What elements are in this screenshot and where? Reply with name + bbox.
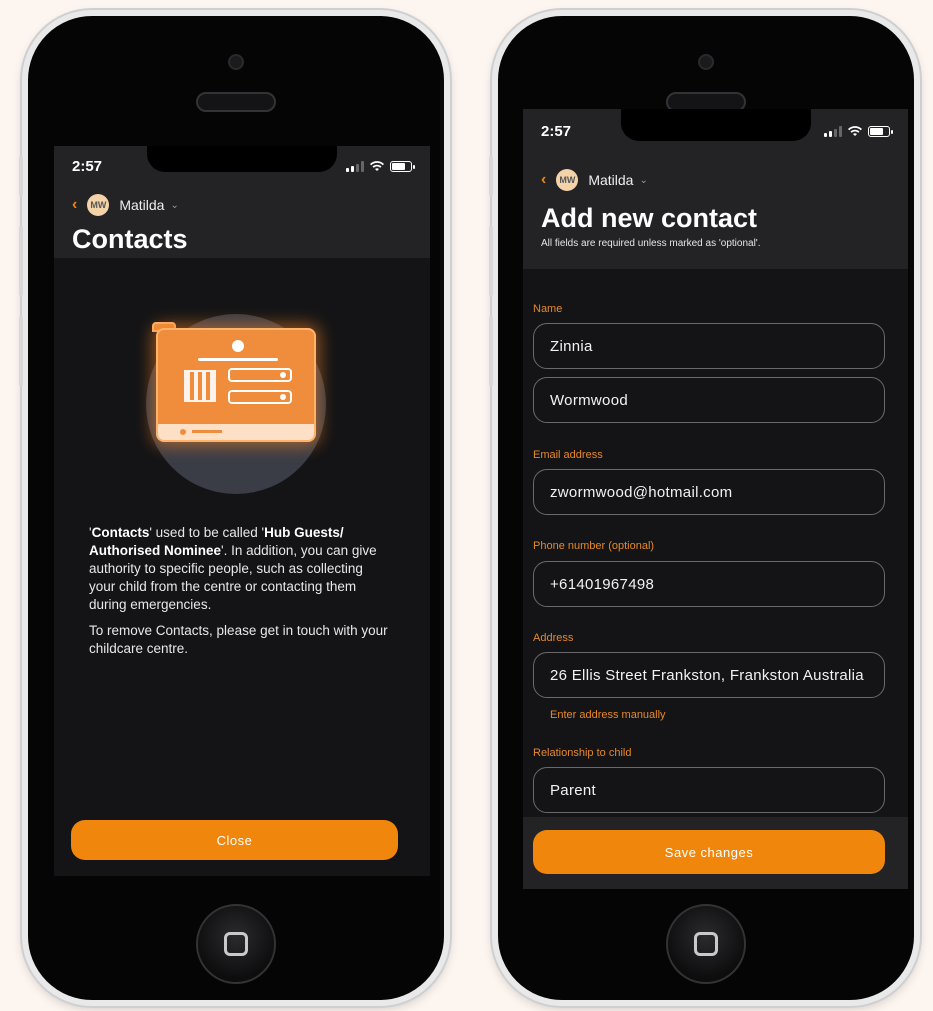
status-time: 2:57 xyxy=(541,122,572,140)
status-bar: 2:57 xyxy=(541,109,893,153)
status-bar: 2:57 xyxy=(72,146,415,186)
caret-down-icon: ⌄ xyxy=(639,174,648,186)
text-bold: Contacts xyxy=(91,525,150,540)
contacts-info-paragraph: 'Contacts' used to be called 'Hub Guests… xyxy=(89,524,389,614)
address-field[interactable]: 26 Ellis Street Frankston, Frankston Aus… xyxy=(533,652,885,698)
mute-switch xyxy=(489,156,493,196)
status-icons xyxy=(824,125,893,137)
camera-icon xyxy=(698,54,714,70)
card-pill xyxy=(228,390,292,404)
card-footer xyxy=(158,424,314,440)
card-pill xyxy=(228,368,292,382)
wifi-icon xyxy=(370,160,384,171)
volume-down-button xyxy=(19,316,23,386)
contacts-header: 2:57 ‹ MW Matilda ⌄ Contacts xyxy=(54,146,430,258)
first-name-field[interactable]: Zinnia xyxy=(533,323,885,369)
signal-icon xyxy=(346,160,364,172)
notch xyxy=(147,146,337,172)
status-time: 2:57 xyxy=(72,157,103,175)
user-switcher[interactable]: ‹ MW Matilda ⌄ xyxy=(72,186,412,224)
add-contact-header: 2:57 ‹ MW Matilda ⌄ Add new contact All … xyxy=(523,109,908,269)
volume-up-button xyxy=(489,226,493,296)
status-icons xyxy=(346,160,415,172)
page-title: Add new contact xyxy=(541,203,758,233)
user-switcher[interactable]: ‹ MW Matilda ⌄ xyxy=(541,161,890,199)
battery-icon xyxy=(390,160,415,172)
address-label: Address xyxy=(533,632,574,644)
save-changes-button[interactable]: Save changes xyxy=(533,830,885,874)
card-avatar-dot xyxy=(232,340,244,352)
home-button-icon[interactable] xyxy=(196,904,276,984)
volume-down-button xyxy=(489,316,493,386)
phone-label: Phone number (optional) xyxy=(533,540,655,552)
wifi-icon xyxy=(848,125,862,136)
contacts-screen: 2:57 ‹ MW Matilda ⌄ Contacts 'Contacts' … xyxy=(54,146,430,876)
contact-card-illustration xyxy=(156,328,316,442)
remove-contacts-paragraph: To remove Contacts, please get in touch … xyxy=(89,623,388,656)
home-button-icon[interactable] xyxy=(666,904,746,984)
battery-icon xyxy=(868,125,893,137)
notch xyxy=(620,109,811,141)
volume-up-button xyxy=(19,226,23,296)
back-chevron-icon[interactable]: ‹ xyxy=(72,196,77,214)
text-fragment: ' used to be called ' xyxy=(149,525,265,540)
add-contact-screen: 2:57 ‹ MW Matilda ⌄ Add new contact All … xyxy=(523,109,908,889)
qr-code-icon xyxy=(184,370,216,402)
user-name: Matilda xyxy=(119,197,165,213)
page-subtitle: All fields are required unless marked as… xyxy=(541,238,761,249)
email-field[interactable]: zwormwood@hotmail.com xyxy=(533,469,885,515)
relationship-label: Relationship to child xyxy=(533,747,632,759)
relationship-field[interactable]: Parent xyxy=(533,767,885,813)
phone-field[interactable]: +61401967498 xyxy=(533,561,885,607)
camera-icon xyxy=(228,54,244,70)
email-label: Email address xyxy=(533,449,603,461)
name-label: Name xyxy=(533,303,563,315)
phone-right: 2:57 ‹ MW Matilda ⌄ Add new contact All … xyxy=(489,10,920,1006)
enter-address-manually-link[interactable]: Enter address manually xyxy=(550,709,666,721)
mute-switch xyxy=(19,156,23,196)
last-name-field[interactable]: Wormwood xyxy=(533,377,885,423)
avatar: MW xyxy=(556,169,579,191)
phone-left: 2:57 ‹ MW Matilda ⌄ Contacts 'Contacts' … xyxy=(19,10,450,1006)
caret-down-icon: ⌄ xyxy=(170,199,179,211)
card-line xyxy=(198,358,278,361)
speaker-grille xyxy=(196,92,276,112)
back-chevron-icon[interactable]: ‹ xyxy=(541,171,546,189)
page-title: Contacts xyxy=(72,224,188,254)
close-button[interactable]: Close xyxy=(71,820,398,860)
signal-icon xyxy=(824,125,842,137)
form-footer: Save changes xyxy=(523,817,908,889)
user-name: Matilda xyxy=(588,172,634,188)
avatar: MW xyxy=(87,194,110,216)
